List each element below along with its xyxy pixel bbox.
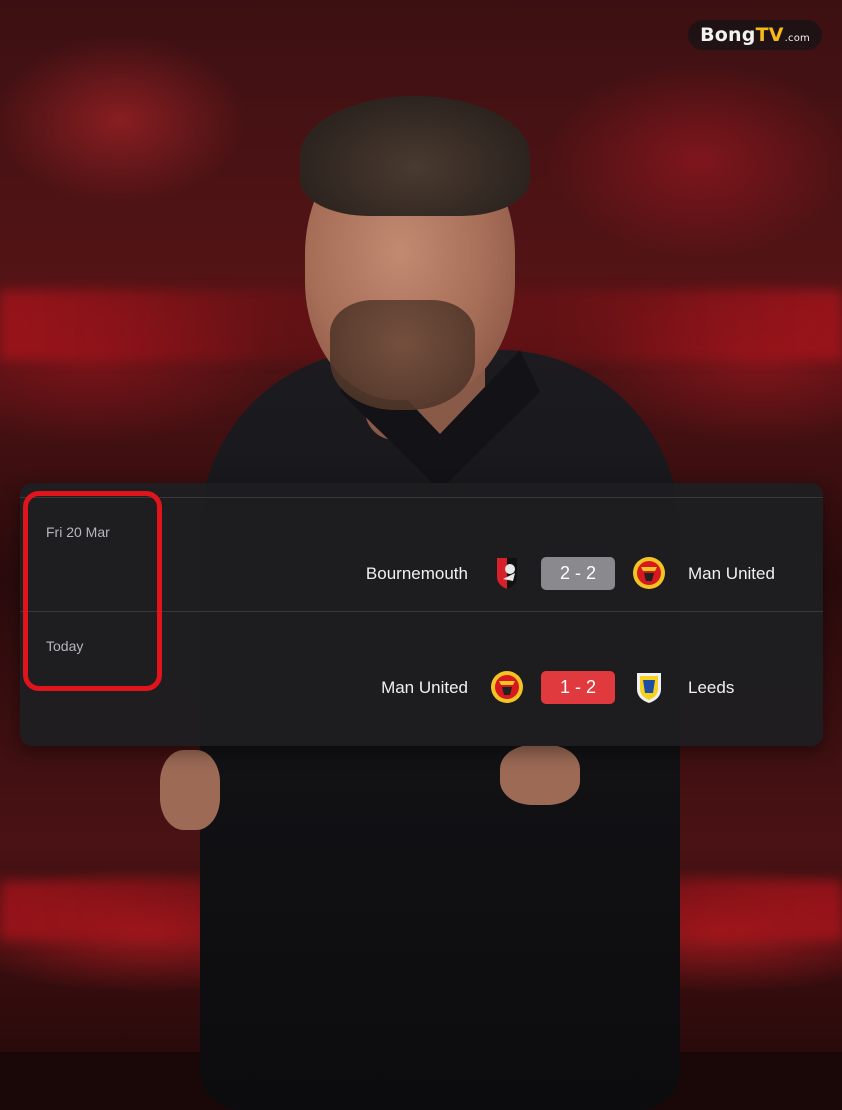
bournemouth-crest-icon	[497, 558, 517, 589]
manager-hair	[300, 96, 530, 216]
away-team: Leeds	[688, 678, 735, 697]
away-team: Man United	[688, 564, 775, 583]
leeds-crest-icon	[637, 673, 661, 703]
brand-main: Bong	[700, 24, 756, 46]
home-team: Man United	[381, 678, 468, 697]
score-badge: 2 - 2	[541, 557, 615, 590]
brand-suffix: .com	[784, 32, 810, 44]
score-badge: 1 - 2	[541, 671, 615, 704]
manager-hand	[500, 745, 580, 805]
man-united-crest-icon	[491, 671, 523, 703]
manager-beard	[330, 300, 475, 410]
man-united-crest-icon	[633, 557, 665, 589]
brand-accent: TV	[755, 24, 784, 46]
bongtv-watermark: Bong TV .com	[688, 20, 822, 50]
date-highlight-box	[23, 491, 162, 691]
home-team: Bournemouth	[365, 564, 468, 583]
manager-hand	[160, 750, 220, 830]
